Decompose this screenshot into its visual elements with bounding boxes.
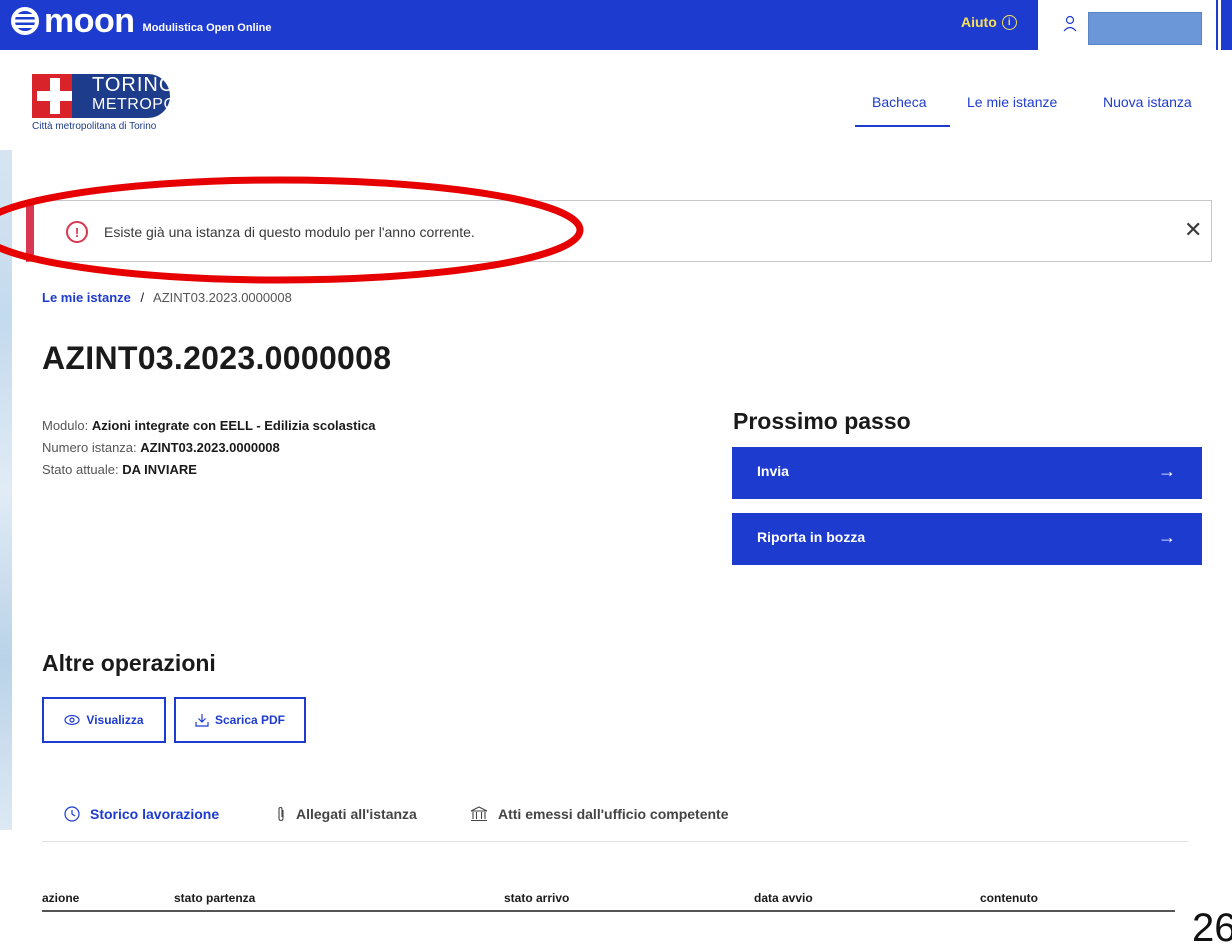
column-header-azione: azione <box>42 891 80 905</box>
tab-atti-emessi[interactable]: Atti emessi dall'ufficio competente <box>470 806 729 822</box>
column-header-stato-partenza: stato partenza <box>174 891 256 905</box>
alert-message: Esiste già una istanza di questo modulo … <box>104 224 475 240</box>
close-icon[interactable]: ✕ <box>1184 218 1202 242</box>
scarica-pdf-label: Scarica PDF <box>214 713 286 727</box>
scarica-pdf-button[interactable]: Scarica PDF <box>174 697 306 743</box>
tab-storico-lavorazione[interactable]: Storico lavorazione <box>64 806 219 822</box>
brand[interactable]: moon Modulistica Open Online <box>10 2 272 40</box>
logo-caption: Città metropolitana di Torino <box>32 121 157 132</box>
nav-bacheca[interactable]: Bacheca <box>872 94 926 110</box>
logo-line-2: METROPOLI <box>92 96 191 113</box>
visualizza-button[interactable]: Visualizza <box>42 697 166 743</box>
meta-numero-value: AZINT03.2023.0000008 <box>140 440 280 455</box>
help-label: Aiuto <box>961 14 997 30</box>
logo-banner: TORINO METROPOLI <box>72 74 191 118</box>
instance-details: Modulo: Azioni integrate con EELL - Edil… <box>42 415 376 481</box>
instance-tabs: Storico lavorazione Allegati all'istanza… <box>42 796 1188 842</box>
arrow-right-icon: → <box>1158 527 1176 547</box>
tab-atti-label: Atti emessi dall'ufficio competente <box>498 806 729 822</box>
moon-logo-icon <box>11 7 39 35</box>
invia-button[interactable]: Invia → <box>732 447 1202 499</box>
breadcrumb-current: AZINT03.2023.0000008 <box>153 290 292 305</box>
clock-icon <box>64 806 80 822</box>
download-icon <box>195 714 209 727</box>
meta-numero: Numero istanza: AZINT03.2023.0000008 <box>42 437 376 459</box>
riporta-in-bozza-button[interactable]: Riporta in bozza → <box>732 513 1202 565</box>
tab-storico-label: Storico lavorazione <box>90 806 220 822</box>
other-operations-title: Altre operazioni <box>42 650 216 676</box>
breadcrumb: Le mie istanze / AZINT03.2023.0000008 <box>42 290 292 305</box>
page-number-fragment: 26 <box>1192 906 1232 945</box>
column-header-contenuto: contenuto <box>980 891 1038 905</box>
logo-line-1: TORINO <box>92 74 176 96</box>
user-icon <box>1063 15 1077 32</box>
help-link[interactable]: Aiuto i <box>961 14 1017 30</box>
brand-name: moon <box>44 2 135 40</box>
meta-stato: Stato attuale: DA INVIARE <box>42 459 376 481</box>
eye-icon <box>64 714 81 726</box>
visualizza-label: Visualizza <box>86 713 144 727</box>
tab-allegati-label: Allegati all'istanza <box>296 806 417 822</box>
torino-metropoli-logo[interactable]: TORINO METROPOLI Città metropolitana di … <box>32 74 191 134</box>
meta-modulo-value: Azioni integrate con EELL - Edilizia sco… <box>91 418 376 433</box>
topbar-divider <box>1218 0 1221 50</box>
column-header-data-avvio: data avvio <box>754 891 813 905</box>
nav-le-mie-istanze[interactable]: Le mie istanze <box>967 94 1057 110</box>
arrow-right-icon: → <box>1158 461 1176 481</box>
breadcrumb-separator: / <box>140 290 145 305</box>
riporta-in-bozza-label: Riporta in bozza <box>757 529 866 545</box>
user-name-redacted <box>1088 12 1202 45</box>
nav-active-indicator <box>855 125 950 127</box>
history-table-header: azione stato partenza stato arrivo data … <box>42 884 1175 912</box>
nav-nuova-istanza[interactable]: Nuova istanza <box>1103 94 1192 110</box>
top-bar: moon Modulistica Open Online Aiuto i <box>0 0 1232 50</box>
tab-allegati[interactable]: Allegati all'istanza <box>276 806 417 822</box>
institution-icon <box>470 806 488 822</box>
next-step-title: Prossimo passo <box>733 408 911 434</box>
paperclip-icon <box>278 806 284 822</box>
brand-subtitle: Modulistica Open Online <box>142 22 272 34</box>
breadcrumb-link-le-mie-istanze[interactable]: Le mie istanze <box>42 290 131 305</box>
meta-stato-label: Stato attuale: <box>42 462 119 477</box>
info-circle-icon: i <box>1001 14 1017 30</box>
meta-modulo-label: Modulo: <box>42 418 89 433</box>
background-photo-edge <box>0 150 12 830</box>
user-menu[interactable] <box>1038 0 1216 50</box>
exclamation-circle-icon: ! <box>66 221 88 243</box>
meta-numero-label: Numero istanza: <box>42 440 137 455</box>
duplicate-instance-alert: ! Esiste già una istanza di questo modul… <box>26 200 1212 262</box>
invia-label: Invia <box>757 463 789 479</box>
meta-stato-value: DA INVIARE <box>122 462 197 477</box>
column-header-stato-arrivo: stato arrivo <box>504 891 570 905</box>
page-title: AZINT03.2023.0000008 <box>42 340 392 376</box>
meta-modulo: Modulo: Azioni integrate con EELL - Edil… <box>42 415 376 437</box>
